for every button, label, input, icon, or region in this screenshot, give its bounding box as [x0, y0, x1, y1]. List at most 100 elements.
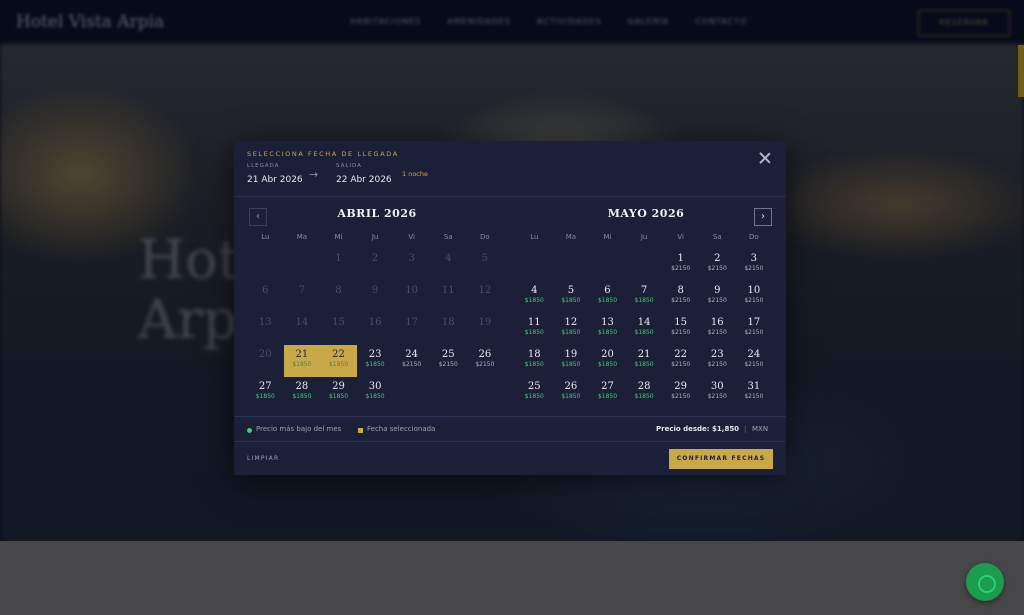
day-cell[interactable]: 25 $2150	[430, 345, 467, 377]
day-cell[interactable]: 11 $1850	[516, 313, 553, 345]
day-cell[interactable]: 25 $1850	[516, 377, 553, 409]
day-cell[interactable]: 30 $2150	[699, 377, 736, 409]
day-cell[interactable]: 15 $2150	[662, 313, 699, 345]
day-number: 6	[604, 285, 611, 296]
day-cell[interactable]: 23 $1850	[357, 345, 394, 377]
day-cell[interactable]: 22 $1850	[320, 345, 357, 377]
day-cell[interactable]: 22 $2150	[662, 345, 699, 377]
day-number: 29	[674, 381, 688, 392]
day-cell[interactable]: 30 $1850	[357, 377, 394, 409]
day-cell[interactable]: 1 $2150	[662, 249, 699, 281]
day-cell[interactable]: 24 $2150	[736, 345, 773, 377]
day-price: $2150	[671, 393, 691, 400]
whatsapp-icon[interactable]	[966, 563, 1004, 601]
day-cell[interactable]: 16 $2150	[699, 313, 736, 345]
day-number: 20	[601, 349, 614, 360]
prev-month-button[interactable]: ‹	[249, 208, 267, 226]
weekday-label: Do	[749, 233, 759, 241]
day-cell[interactable]: 27 $1850	[589, 377, 626, 409]
day-number: 11	[441, 285, 455, 296]
day-cell[interactable]: 26 $2150	[467, 345, 504, 377]
modal-header: SELECCIONA FECHA DE LLEGADA LLEGADA 21 A…	[234, 141, 786, 197]
day-number: 26	[564, 381, 578, 392]
day-cell[interactable]: 21 $1850	[626, 345, 663, 377]
day-price: $2150	[671, 361, 691, 368]
day-cell[interactable]: 13 $1850	[589, 313, 626, 345]
day-number: 7	[298, 285, 306, 296]
day-cell[interactable]: 14 $1850	[626, 313, 663, 345]
day-cell[interactable]: 17 $2150	[736, 313, 773, 345]
arrow-right-icon: →	[309, 168, 319, 181]
day-number: 24	[405, 349, 419, 360]
day-number: 18	[527, 349, 541, 360]
day-cell[interactable]: 6 $1850	[589, 281, 626, 313]
confirm-dates-button[interactable]: CONFIRMAR FECHAS	[669, 449, 773, 469]
next-month-button[interactable]: ›	[754, 208, 772, 226]
day-price: $2150	[744, 297, 764, 304]
day-cell: 16	[357, 313, 394, 345]
day-cell[interactable]: 24 $2150	[393, 345, 430, 377]
day-cell[interactable]: 7 $1850	[626, 281, 663, 313]
departure-label: SALIDA	[336, 163, 362, 169]
weekday-label: Lu	[261, 233, 270, 241]
day-cell[interactable]: 5 $1850	[553, 281, 590, 313]
day-price: $1850	[597, 329, 618, 336]
low-price-dot-icon	[247, 428, 252, 433]
day-cell[interactable]: 2 $2150	[699, 249, 736, 281]
day-cell[interactable]: 29 $2150	[662, 377, 699, 409]
day-cell[interactable]: 19 $1850	[553, 345, 590, 377]
day-cell[interactable]: 8 $2150	[662, 281, 699, 313]
day-number: 24	[747, 349, 761, 360]
day-cell[interactable]: 26 $1850	[553, 377, 590, 409]
day-price: $1850	[634, 361, 654, 368]
day-cell: 12	[467, 281, 504, 313]
day-cell[interactable]: 29 $1850	[320, 377, 357, 409]
day-number: 16	[368, 317, 382, 328]
day-cell[interactable]: 28 $1850	[284, 377, 321, 409]
departure-date[interactable]: 22 Abr 2026	[336, 175, 392, 185]
day-price: $2150	[438, 361, 458, 368]
day-number: 9	[371, 285, 379, 296]
day-cell[interactable]: 9 $2150	[699, 281, 736, 313]
day-price: $1850	[292, 393, 312, 400]
day-cell[interactable]: 4 $1850	[516, 281, 553, 313]
close-icon[interactable]	[759, 152, 771, 164]
day-number: 21	[637, 349, 651, 360]
day-cell[interactable]: 23 $2150	[699, 345, 736, 377]
day-cell[interactable]: 31 $2150	[736, 377, 773, 409]
day-cell[interactable]: 27 $1850	[247, 377, 284, 409]
arrival-date[interactable]: 21 Abr 2026	[247, 175, 303, 185]
day-cell[interactable]: 18 $1850	[516, 345, 553, 377]
selected-square-icon	[358, 428, 363, 433]
day-number: 31	[747, 381, 761, 392]
day-cell: 19	[467, 313, 504, 345]
date-picker-modal: SELECCIONA FECHA DE LLEGADA LLEGADA 21 A…	[234, 141, 786, 475]
day-number: 13	[258, 317, 272, 328]
day-number: 27	[601, 381, 614, 392]
day-price: $1850	[597, 393, 618, 400]
day-price: $2150	[707, 361, 727, 368]
day-cell[interactable]: 20 $1850	[589, 345, 626, 377]
day-cell[interactable]: 28 $1850	[626, 377, 663, 409]
day-cell[interactable]: 21 $1850	[283, 345, 321, 377]
weekday-label: Sa	[443, 233, 453, 241]
day-number: 21	[295, 349, 309, 360]
day-number: 4	[531, 285, 538, 296]
day-price: $2150	[744, 393, 764, 400]
clear-button[interactable]: LIMPIAR	[247, 455, 279, 462]
day-price: $1850	[634, 329, 654, 336]
day-cell: 15	[320, 313, 357, 345]
day-number: 13	[601, 317, 614, 328]
currency-label: MXN	[752, 425, 769, 433]
day-cell[interactable]: 12 $1850	[553, 313, 590, 345]
day-price: $1850	[524, 329, 544, 336]
day-number: 28	[637, 381, 651, 392]
day-cell[interactable]: 10 $2150	[736, 281, 773, 313]
day-number: 30	[368, 381, 382, 392]
day-number: 5	[481, 253, 489, 264]
day-number: 7	[640, 285, 648, 296]
day-number: 19	[564, 349, 578, 360]
day-number: 22	[332, 349, 345, 360]
day-cell[interactable]: 3 $2150	[736, 249, 773, 281]
day-cell: 13	[247, 313, 284, 345]
